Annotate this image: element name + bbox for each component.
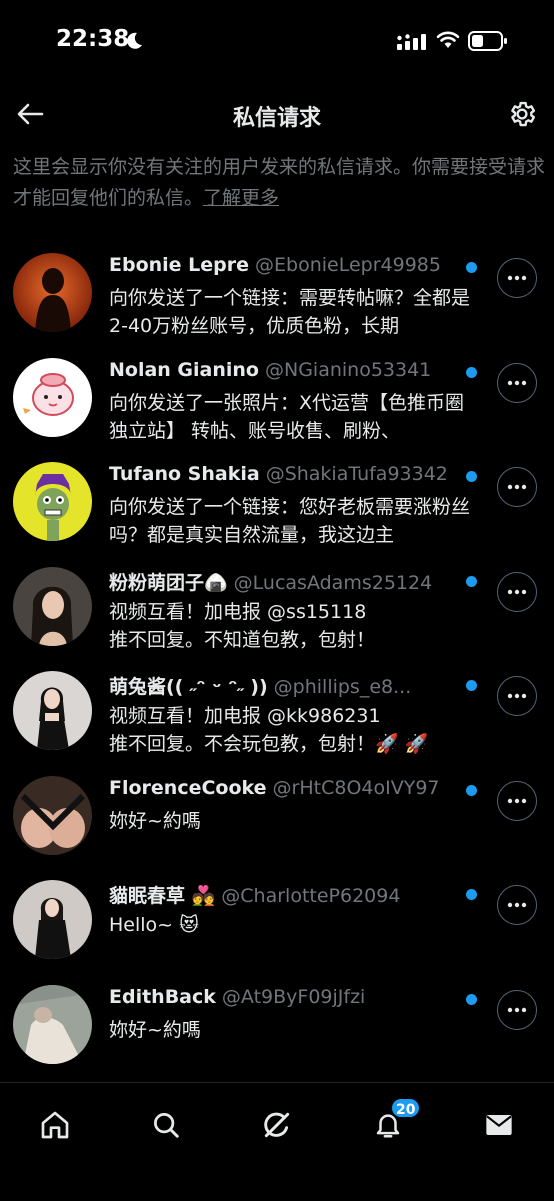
message-preview: 向你发送了一个链接：您好老板需要涨粉丝吗？都是真实自然流量，我这边主	[109, 496, 471, 546]
more-horizontal-icon	[507, 484, 527, 490]
display-name: EdithBack	[109, 985, 216, 1008]
avatar[interactable]	[13, 566, 92, 646]
message-preview: 妳好~約嗎	[109, 1018, 201, 1041]
username: @ShakiaTufa93342	[265, 463, 448, 485]
unread-dot	[466, 680, 477, 691]
message-request-list: Ebonie Lepre @EbonieLepr49985 向你发送了一个链接：需…	[0, 240, 554, 1076]
username: @rHtC8O4oIVY97	[272, 776, 440, 799]
display-name: Nolan Gianino	[109, 358, 259, 381]
username: @EbonieLepr49985	[255, 254, 441, 276]
wifi-icon	[436, 30, 460, 54]
bottom-navigation: 20	[0, 1082, 554, 1201]
message-preview: Hello~ 😻	[109, 914, 199, 936]
more-options-button[interactable]	[497, 780, 537, 821]
avatar[interactable]	[13, 253, 92, 332]
avatar[interactable]	[13, 984, 92, 1064]
more-horizontal-icon	[507, 380, 527, 385]
message-preview: 视频互看！加电报 @kk986231 推不回复。不会玩包教，包射！🚀 🚀	[109, 705, 429, 755]
request-item[interactable]: Nolan Gianino @NGianino53341 向你发送了一张照片：X代…	[0, 345, 554, 450]
home-icon	[41, 1111, 69, 1139]
status-bar: 22:38	[0, 0, 554, 84]
unread-dot	[466, 575, 477, 587]
nav-search[interactable]	[142, 1101, 190, 1149]
message-preview: 妳好~約嗎	[109, 809, 201, 832]
more-horizontal-icon	[507, 589, 527, 594]
more-horizontal-icon	[507, 693, 527, 699]
username: @phillips_e8...	[273, 676, 412, 698]
cellular-signal-icon	[397, 34, 427, 54]
avatar[interactable]	[13, 671, 92, 750]
username: @CharlotteP62094	[221, 885, 401, 907]
display-name: 貓眠春草 💑	[109, 885, 216, 907]
gear-icon	[511, 101, 536, 127]
more-horizontal-icon	[507, 902, 527, 908]
search-icon	[154, 1113, 179, 1138]
more-options-button[interactable]	[497, 885, 537, 925]
moon-icon	[124, 31, 144, 55]
request-item[interactable]: 粉粉萌团子🍙 @LucasAdams25124 视频互看！加电报 @ss15118…	[0, 554, 554, 659]
page-title: 私信请求	[232, 106, 321, 131]
more-horizontal-icon	[507, 275, 527, 281]
header: 私信请求	[0, 84, 554, 146]
more-horizontal-icon	[507, 1007, 527, 1012]
nav-messages[interactable]	[475, 1101, 523, 1149]
notification-count-badge: 20	[390, 1097, 422, 1119]
unread-dot	[466, 262, 477, 273]
avatar[interactable]	[13, 357, 92, 437]
status-time: 22:38	[56, 26, 130, 52]
display-name: Ebonie Lepre	[109, 254, 250, 276]
learn-more-link[interactable]: 了解更多	[203, 187, 279, 209]
more-options-button[interactable]	[497, 676, 537, 716]
more-options-button[interactable]	[497, 571, 537, 612]
more-horizontal-icon	[507, 798, 527, 803]
request-item[interactable]: Tufano Shakia @ShakiaTufa93342 向你发送了一个链接：…	[0, 449, 554, 554]
display-name: Tufano Shakia	[109, 463, 260, 485]
unread-dot	[466, 471, 477, 482]
display-name: 粉粉萌团子🍙	[109, 571, 228, 594]
nav-home[interactable]	[31, 1101, 79, 1149]
settings-button[interactable]	[502, 94, 542, 134]
display-name: 萌兔酱(( ˶ᵔ ᵕ ᵔ˶ ))	[109, 676, 268, 698]
grok-icon	[264, 1112, 290, 1138]
request-item[interactable]: 貓眠春草 💑 @CharlotteP62094 Hello~ 😻	[0, 867, 554, 972]
more-options-button[interactable]	[497, 989, 537, 1030]
request-item[interactable]: EdithBack @At9ByF09jJfzi 妳好~約嗎	[0, 972, 554, 1077]
display-name: FlorenceCooke	[109, 776, 267, 799]
more-options-button[interactable]	[497, 258, 537, 298]
message-preview: 向你发送了一个链接：需要转帖嘛？全都是2-40万粉丝账号，优质色粉，长期	[109, 287, 471, 337]
avatar[interactable]	[13, 775, 92, 855]
avatar[interactable]	[13, 462, 92, 541]
more-options-button[interactable]	[497, 362, 537, 403]
message-preview: 向你发送了一张照片：X代运营【色推币圈 独立站】 转帖、账号收售、刷粉、	[109, 391, 465, 442]
username: @NGianino53341	[264, 358, 432, 381]
username: @At9ByF09jJfzi	[221, 985, 366, 1008]
unread-dot	[466, 889, 477, 900]
nav-grok[interactable]	[253, 1101, 301, 1149]
avatar[interactable]	[13, 880, 92, 959]
username: @LucasAdams25124	[233, 571, 433, 594]
unread-dot	[466, 993, 477, 1005]
intro-text: 这里会显示你没有关注的用户发来的私信请求。你需要接受请求才能回复他们的私信。了解…	[13, 152, 545, 214]
envelope-icon	[486, 1115, 512, 1135]
message-preview: 视频互看！加电报 @ss15118 推不回复。不知道包教，包射！	[109, 600, 376, 651]
request-item[interactable]: FlorenceCooke @rHtC8O4oIVY97 妳好~約嗎	[0, 763, 554, 868]
request-item[interactable]: Ebonie Lepre @EbonieLepr49985 向你发送了一个链接：需…	[0, 240, 554, 345]
unread-dot	[466, 366, 477, 378]
unread-dot	[466, 784, 477, 796]
battery-icon	[468, 30, 508, 56]
request-item[interactable]: 萌兔酱(( ˶ᵔ ᵕ ᵔ˶ )) @phillips_e8... 视频互看！加电报…	[0, 658, 554, 763]
more-options-button[interactable]	[497, 467, 537, 507]
